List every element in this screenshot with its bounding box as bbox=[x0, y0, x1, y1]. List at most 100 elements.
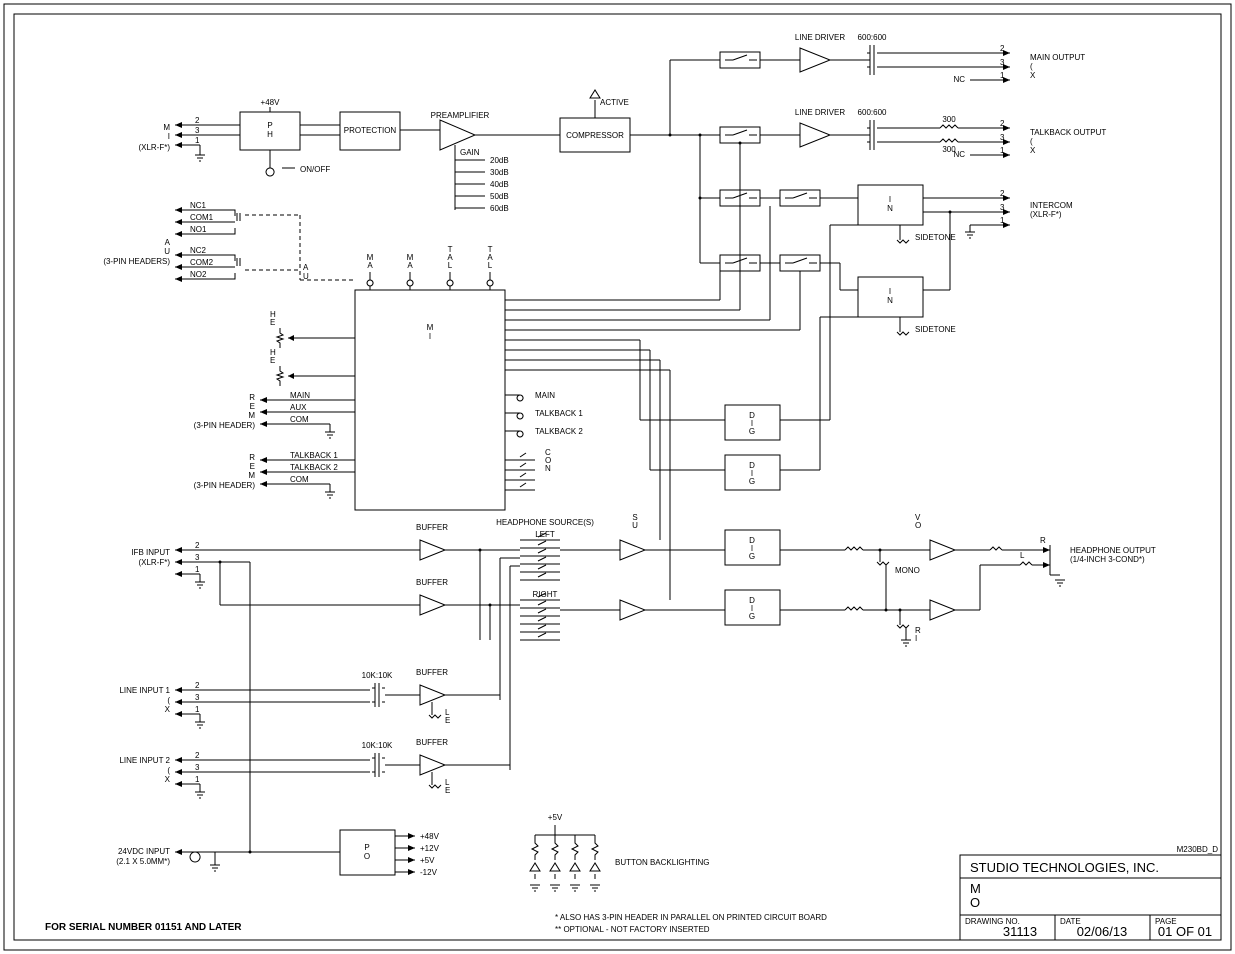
svg-text:VO: VO bbox=[915, 513, 921, 530]
svg-text:3: 3 bbox=[195, 553, 200, 562]
svg-text:ON/OFF: ON/OFF bbox=[300, 165, 330, 174]
svg-text:REM: REM bbox=[248, 453, 255, 480]
summing-buffers: SU bbox=[560, 513, 645, 620]
svg-text:+48V: +48V bbox=[420, 832, 440, 841]
svg-text:(3-PIN HEADER): (3-PIN HEADER) bbox=[194, 421, 256, 430]
svg-text:+48V: +48V bbox=[261, 98, 281, 107]
svg-text:MA: MA bbox=[407, 253, 414, 270]
svg-text:2: 2 bbox=[195, 116, 200, 125]
line-input-2: LINE INPUT 2 (X 2 3 1 10K:10K BUFFER LE bbox=[119, 738, 510, 798]
svg-text:HEADPHONE OUTPUT(1/4-INCH 3-CO: HEADPHONE OUTPUT(1/4-INCH 3-COND*) bbox=[1070, 546, 1156, 564]
svg-text:SU: SU bbox=[632, 513, 638, 530]
svg-text:-12V: -12V bbox=[420, 868, 438, 877]
svg-text:TALKBACK 1: TALKBACK 1 bbox=[290, 451, 338, 460]
svg-text:R: R bbox=[1040, 536, 1046, 545]
svg-text:AUX: AUX bbox=[290, 403, 307, 412]
svg-text:INTERCOM(XLR-F*): INTERCOM(XLR-F*) bbox=[1030, 201, 1073, 219]
svg-text:(X: (X bbox=[165, 696, 171, 714]
svg-text:24VDC INPUT: 24VDC INPUT bbox=[118, 847, 170, 856]
svg-text:2: 2 bbox=[195, 681, 200, 690]
aux-relay-output: AU (3-PIN HEADERS) NC1 COM1 NO1 NC2 COM2… bbox=[103, 201, 355, 282]
digital-level-controls: DIG DIG DIG DIG bbox=[640, 225, 858, 625]
svg-text:1: 1 bbox=[195, 775, 200, 784]
svg-text:3: 3 bbox=[1000, 58, 1005, 67]
svg-text:IFB INPUT: IFB INPUT bbox=[131, 548, 170, 557]
headphone-sources: HEADPHONE SOURCE(S) LEFT RIGHT bbox=[445, 518, 594, 770]
compressor-block: COMPRESSOR ACTIVE bbox=[560, 90, 630, 152]
remote-control-1: REM (3-PIN HEADER) MAIN AUX COM bbox=[194, 391, 355, 438]
svg-text:MAIN: MAIN bbox=[290, 391, 310, 400]
svg-text:COMPRESSOR: COMPRESSOR bbox=[566, 131, 624, 140]
svg-text:NC1: NC1 bbox=[190, 201, 207, 210]
svg-text:PH: PH bbox=[267, 121, 273, 139]
svg-text:LEFT: LEFT bbox=[535, 530, 555, 539]
svg-text:10K:10K: 10K:10K bbox=[362, 671, 393, 680]
svg-text:(XLR-F*): (XLR-F*) bbox=[138, 558, 170, 567]
svg-text:600:600: 600:600 bbox=[858, 33, 887, 42]
svg-text:300: 300 bbox=[942, 115, 956, 124]
svg-text:LE: LE bbox=[445, 778, 450, 795]
svg-text:GAIN: GAIN bbox=[460, 148, 480, 157]
svg-text:3: 3 bbox=[195, 126, 200, 135]
svg-text:MONO: MONO bbox=[895, 566, 920, 575]
svg-text:ACTIVE: ACTIVE bbox=[600, 98, 629, 107]
headphone-output-path: VO R L HEADPHONE OUTPUT(1/4-INCH 3-COND*… bbox=[780, 513, 1156, 646]
svg-text:TALKBACK OUTPUT(X: TALKBACK OUTPUT(X bbox=[1030, 128, 1106, 155]
svg-text:600:600: 600:600 bbox=[858, 108, 887, 117]
svg-text:COM1: COM1 bbox=[190, 213, 214, 222]
svg-text:01 OF 01: 01 OF 01 bbox=[1158, 924, 1212, 939]
main-output-path: LINE DRIVER 600:600 2 3 1 NC MAIN OUTPUT… bbox=[760, 33, 1085, 84]
svg-text:2: 2 bbox=[1000, 119, 1005, 128]
svg-text:LINE DRIVER: LINE DRIVER bbox=[795, 108, 845, 117]
svg-text:(XLR-F*): (XLR-F*) bbox=[138, 143, 170, 152]
svg-text:PREAMPLIFIER: PREAMPLIFIER bbox=[431, 111, 490, 120]
svg-text:1: 1 bbox=[195, 565, 200, 574]
svg-text:COM2: COM2 bbox=[190, 258, 214, 267]
svg-text:31113: 31113 bbox=[1003, 924, 1037, 939]
svg-text:BUFFER: BUFFER bbox=[416, 738, 448, 747]
svg-text:2: 2 bbox=[195, 541, 200, 550]
svg-text:LINE INPUT 2: LINE INPUT 2 bbox=[119, 756, 170, 765]
svg-text:TAL: TAL bbox=[447, 245, 453, 270]
svg-text:TALKBACK 2: TALKBACK 2 bbox=[535, 427, 583, 436]
power-supply: 24VDC INPUT (2.1 X 5.0MM*) PO +48V +12V … bbox=[116, 561, 439, 878]
svg-text:COM: COM bbox=[290, 475, 309, 484]
svg-text:TALKBACK 1: TALKBACK 1 bbox=[535, 409, 583, 418]
svg-text:MA: MA bbox=[367, 253, 374, 270]
svg-text:REM: REM bbox=[248, 393, 255, 420]
svg-text:BUFFER: BUFFER bbox=[416, 578, 448, 587]
svg-text:AU: AU bbox=[164, 238, 170, 256]
remote-control-2: REM (3-PIN HEADER) TALKBACK 1 TALKBACK 2… bbox=[194, 451, 355, 498]
svg-text:AU: AU bbox=[303, 263, 309, 281]
svg-text:02/06/13: 02/06/13 bbox=[1077, 924, 1128, 939]
svg-text:PROTECTION: PROTECTION bbox=[344, 126, 397, 135]
svg-text:BUFFER: BUFFER bbox=[416, 668, 448, 677]
svg-text:1: 1 bbox=[1000, 216, 1005, 225]
svg-text:1: 1 bbox=[195, 136, 200, 145]
ifb-input: IFB INPUT (XLR-F*) 2 3 1 bbox=[131, 541, 420, 588]
svg-text:(3-PIN HEADER): (3-PIN HEADER) bbox=[194, 481, 256, 490]
svg-text:TALKBACK 2: TALKBACK 2 bbox=[290, 463, 338, 472]
footnote-1: * ALSO HAS 3-PIN HEADER IN PARALLEL ON P… bbox=[555, 913, 827, 922]
svg-text:40dB: 40dB bbox=[490, 180, 509, 189]
svg-text:RI: RI bbox=[915, 626, 921, 643]
svg-text:(3-PIN HEADERS): (3-PIN HEADERS) bbox=[103, 257, 170, 266]
svg-text:RIGHT: RIGHT bbox=[533, 590, 558, 599]
svg-text:NO2: NO2 bbox=[190, 270, 207, 279]
svg-text:L: L bbox=[1020, 551, 1025, 560]
svg-text:LINE INPUT 1: LINE INPUT 1 bbox=[119, 686, 170, 695]
svg-text:3: 3 bbox=[1000, 133, 1005, 142]
svg-text:20dB: 20dB bbox=[490, 156, 509, 165]
line-input-1: LINE INPUT 1 (X 2 3 1 10K:10K BUFFER LE bbox=[119, 668, 500, 728]
svg-text:3: 3 bbox=[1000, 203, 1005, 212]
svg-text:TAL: TAL bbox=[487, 245, 493, 270]
svg-text:60dB: 60dB bbox=[490, 204, 509, 213]
svg-text:CON: CON bbox=[545, 448, 551, 473]
svg-text:30dB: 30dB bbox=[490, 168, 509, 177]
svg-text:1: 1 bbox=[1000, 71, 1005, 80]
svg-text:HEADPHONE SOURCE(S): HEADPHONE SOURCE(S) bbox=[496, 518, 594, 527]
svg-text:LINE DRIVER: LINE DRIVER bbox=[795, 33, 845, 42]
company-name: STUDIO TECHNOLOGIES, INC. bbox=[970, 860, 1159, 875]
svg-text:2: 2 bbox=[1000, 44, 1005, 53]
svg-text:MAIN: MAIN bbox=[535, 391, 555, 400]
